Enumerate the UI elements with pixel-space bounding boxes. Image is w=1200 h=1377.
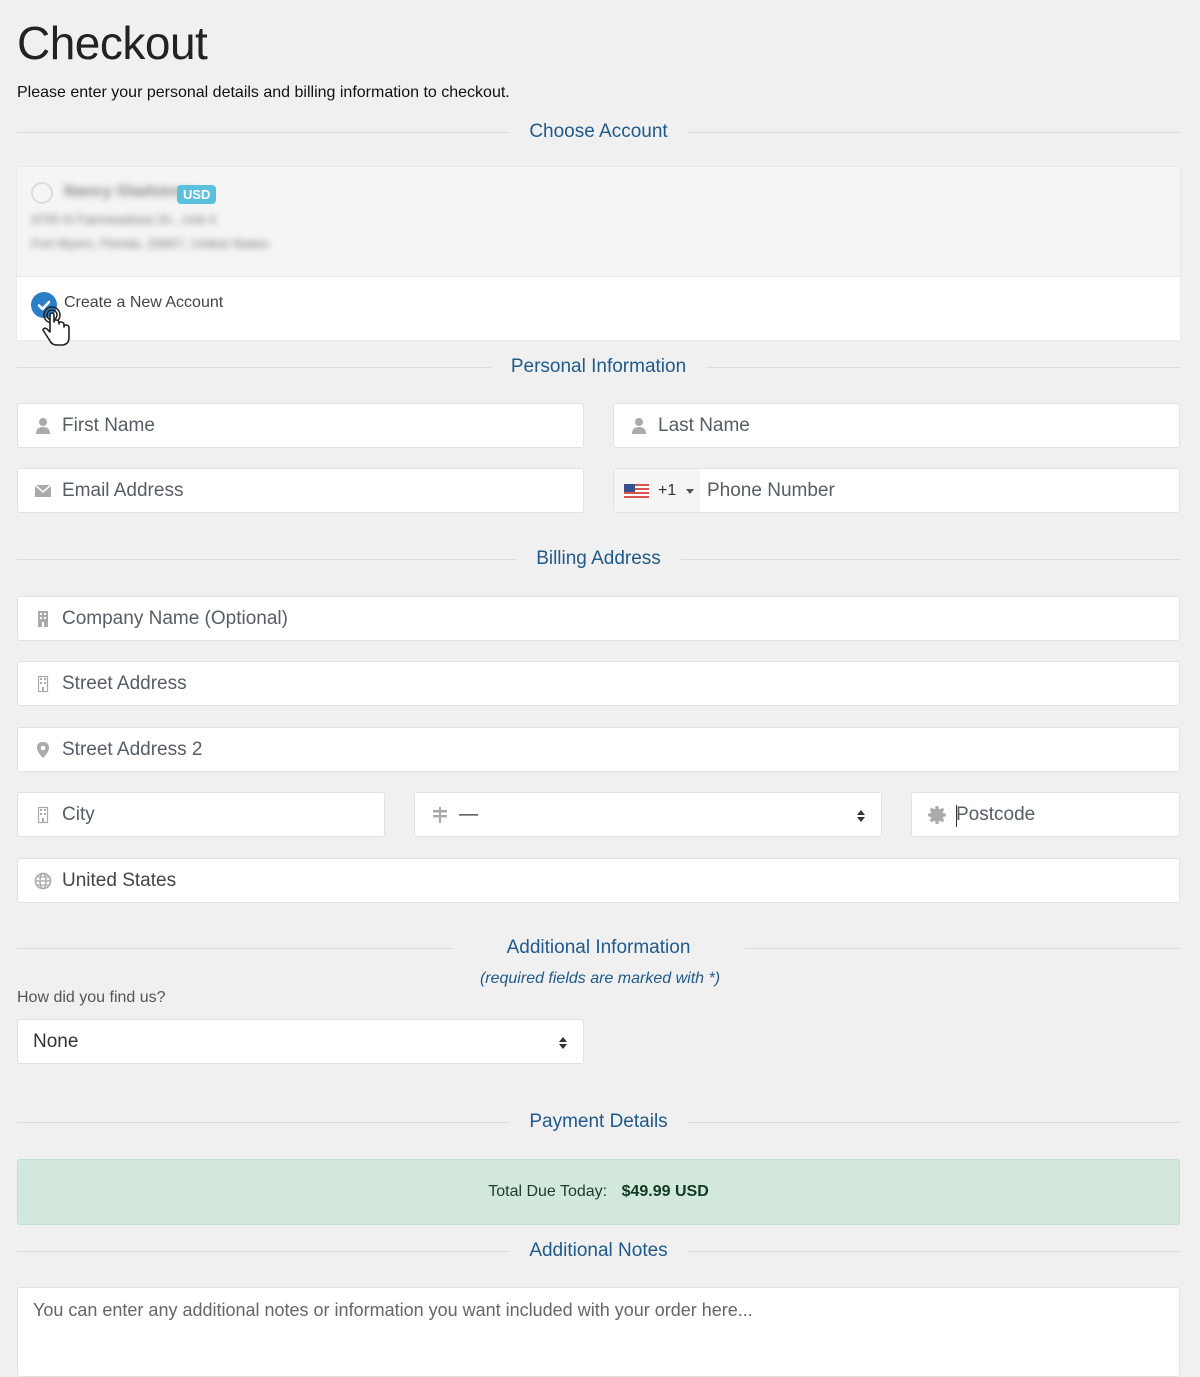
email-placeholder: Email Address: [62, 480, 184, 501]
total-due-alert: Total Due Today: $49.99 USD: [17, 1159, 1180, 1225]
map-marker-icon: [37, 742, 49, 758]
street-placeholder: Street Address: [62, 673, 187, 694]
country-code-dropdown[interactable]: +1: [614, 469, 700, 512]
certificate-icon: [928, 806, 946, 824]
find-us-select[interactable]: None: [17, 1019, 584, 1064]
phone-input[interactable]: +1 Phone Number: [613, 468, 1180, 513]
country-code: +1: [658, 482, 677, 499]
total-due-label: Total Due Today:: [488, 1183, 608, 1200]
page-subtitle: Please enter your personal details and b…: [17, 84, 510, 101]
last-name-placeholder: Last Name: [658, 415, 750, 436]
additional-notes-textarea[interactable]: You can enter any additional notes or in…: [17, 1287, 1180, 1377]
street-address-input[interactable]: Street Address: [17, 661, 1180, 706]
section-title: Choose Account: [509, 121, 688, 143]
first-name-input[interactable]: First Name: [17, 403, 584, 448]
envelope-icon: [34, 484, 52, 497]
last-name-input[interactable]: Last Name: [613, 403, 1180, 448]
section-additional-information: Additional Information: [17, 937, 1180, 961]
street-address-2-input[interactable]: Street Address 2: [17, 727, 1180, 772]
section-additional-notes: Additional Notes: [17, 1240, 1180, 1264]
section-title: Personal Information: [490, 356, 707, 378]
section-billing-address: Billing Address: [17, 548, 1180, 572]
account-address-line2: Fort Myers, Florida, 33907, United State…: [31, 236, 269, 251]
existing-account-radio[interactable]: [31, 182, 53, 204]
section-personal-information: Personal Information: [17, 356, 1180, 380]
email-input[interactable]: Email Address: [17, 468, 584, 513]
country-value: United States: [62, 870, 177, 891]
city-placeholder: City: [62, 804, 95, 825]
sort-arrows-icon: [857, 810, 865, 822]
sort-arrows-icon: [559, 1037, 567, 1049]
new-account-label: Create a New Account: [64, 294, 224, 311]
account-selector: Nancy Gladstone USD 9755 N Fairmeadows D…: [17, 167, 1180, 346]
notes-placeholder: You can enter any additional notes or in…: [33, 1300, 753, 1320]
section-title: Additional Notes: [509, 1240, 688, 1262]
total-due-text: Total Due Today: $49.99 USD: [18, 1183, 1179, 1201]
account-address-line1: 9755 N Fairmeadows Dr., Unit 4: [31, 212, 216, 227]
total-due-amount: $49.99 USD: [621, 1183, 709, 1200]
existing-account-option[interactable]: Nancy Gladstone USD 9755 N Fairmeadows D…: [17, 167, 1180, 277]
phone-placeholder: Phone Number: [707, 480, 835, 501]
user-icon: [632, 418, 646, 434]
postcode-placeholder: Postcode: [956, 804, 1036, 825]
globe-icon: [34, 872, 52, 890]
building-outline-icon: [37, 675, 49, 693]
section-title: Additional Information: [451, 937, 746, 959]
page-title: Checkout: [17, 17, 208, 69]
street2-placeholder: Street Address 2: [62, 739, 203, 760]
first-name-placeholder: First Name: [62, 415, 155, 436]
currency-badge: USD: [177, 185, 217, 204]
city-input[interactable]: City: [17, 792, 385, 837]
company-name-input[interactable]: Company Name (Optional): [17, 596, 1180, 641]
building-outline-icon: [37, 806, 49, 824]
state-value: —: [459, 804, 478, 825]
section-title: Billing Address: [516, 548, 681, 570]
required-fields-note: (required fields are marked with *): [479, 970, 721, 987]
company-placeholder: Company Name (Optional): [62, 608, 288, 629]
section-title: Payment Details: [509, 1111, 688, 1133]
hand-cursor-icon: [42, 306, 70, 346]
find-us-value: None: [33, 1031, 79, 1052]
section-choose-account: Choose Account: [17, 121, 1180, 145]
caret-down-icon: [686, 489, 694, 494]
account-name: Nancy Gladstone: [64, 183, 195, 200]
find-us-label: How did you find us?: [17, 989, 166, 1006]
signpost-icon: [433, 807, 447, 823]
section-payment-details: Payment Details: [17, 1111, 1180, 1135]
user-icon: [36, 418, 50, 434]
building-icon: [38, 611, 48, 627]
postcode-input[interactable]: Postcode: [911, 792, 1180, 837]
country-select[interactable]: United States: [17, 858, 1180, 903]
state-select[interactable]: —: [414, 792, 882, 837]
us-flag-icon: [624, 484, 649, 498]
